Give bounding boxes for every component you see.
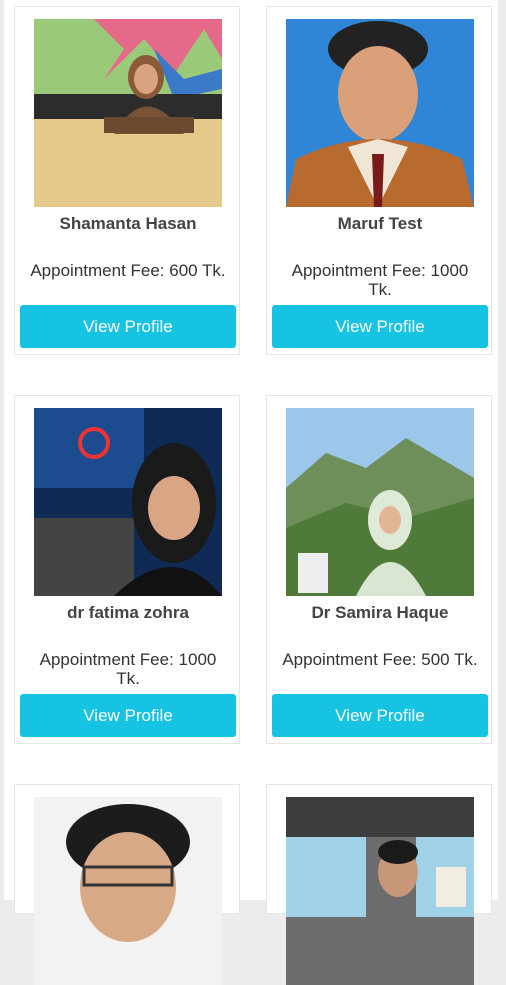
doctor-list: Shamanta Hasan Appointment Fee: 600 Tk. … <box>4 0 498 985</box>
doctor-name: Shamanta Hasan <box>59 214 197 233</box>
doctor-photo-image <box>34 19 222 207</box>
view-profile-button[interactable]: View Profile <box>20 305 236 348</box>
doctor-card <box>266 784 492 985</box>
doctor-card: Dr Samira Haque Appointment Fee: 500 Tk.… <box>266 395 492 744</box>
doctor-photo-image <box>286 408 474 596</box>
view-profile-button[interactable]: View Profile <box>272 305 488 348</box>
appointment-fee: Appointment Fee: 1000 Tk. <box>291 261 469 299</box>
doctor-card: dr fatima zohra Appointment Fee: 1000 Tk… <box>14 395 240 744</box>
appointment-fee: Appointment Fee: 500 Tk. <box>282 650 478 669</box>
doctor-card: Shamanta Hasan Appointment Fee: 600 Tk. … <box>14 6 240 355</box>
doctor-photo-image <box>286 19 474 207</box>
appointment-fee: Appointment Fee: 600 Tk. <box>30 261 226 280</box>
doctor-photo[interactable] <box>34 797 222 985</box>
doctor-photo-image <box>286 797 474 985</box>
doctor-name: Dr Samira Haque <box>311 603 449 622</box>
doctor-photo-image <box>34 408 222 596</box>
view-profile-button[interactable]: View Profile <box>272 694 488 737</box>
view-profile-button[interactable]: View Profile <box>20 694 236 737</box>
doctor-card: Maruf Test Appointment Fee: 1000 Tk. Vie… <box>266 6 492 355</box>
doctor-name: dr fatima zohra <box>67 603 189 622</box>
doctor-photo[interactable] <box>286 19 474 207</box>
doctor-name: Maruf Test <box>337 214 423 233</box>
appointment-fee: Appointment Fee: 1000 Tk. <box>39 650 217 688</box>
doctor-photo[interactable] <box>286 408 474 596</box>
doctor-photo[interactable] <box>34 19 222 207</box>
doctor-card <box>14 784 240 985</box>
doctor-photo[interactable] <box>34 408 222 596</box>
doctor-photo-image <box>34 797 222 985</box>
doctor-photo[interactable] <box>286 797 474 985</box>
